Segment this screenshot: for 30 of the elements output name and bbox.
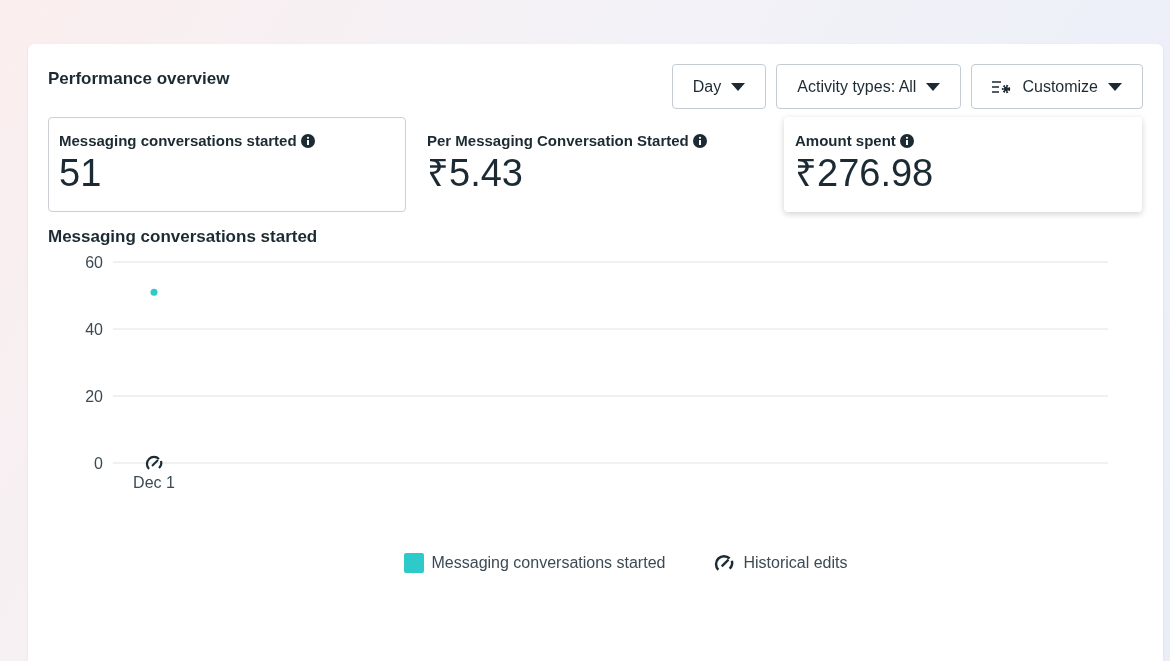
metric-label: Per Messaging Conversation Started bbox=[427, 131, 689, 151]
axis-tick-label: Dec 1 bbox=[133, 473, 175, 491]
metric-value: ₹276.98 bbox=[795, 152, 935, 195]
chart-title: Messaging conversations started bbox=[48, 226, 319, 248]
axis-tick-label: 60 bbox=[85, 253, 103, 271]
metric-card[interactable]: Messaging conversations started 51 bbox=[48, 117, 406, 212]
metric-card[interactable]: Per Messaging Conversation Started ₹5.43 bbox=[416, 117, 774, 212]
axis-tick-label: 0 bbox=[94, 454, 103, 472]
gauge-icon bbox=[713, 553, 736, 572]
metric-card[interactable]: Amount spent ₹276.98 bbox=[784, 117, 1142, 212]
metric-value: 51 bbox=[59, 152, 103, 195]
dropdown-button[interactable]: Day bbox=[671, 64, 767, 109]
caret-icon bbox=[731, 82, 746, 91]
legend-label: Historical edits bbox=[743, 552, 848, 573]
info-icon[interactable] bbox=[899, 134, 914, 149]
axis-tick-label: 20 bbox=[85, 387, 103, 405]
panel-title: Performance overview bbox=[48, 68, 230, 90]
gauge-icon[interactable] bbox=[145, 455, 163, 470]
metric-label: Messaging conversations started bbox=[59, 131, 297, 151]
dropdown-button[interactable]: Activity types: All bbox=[776, 64, 962, 109]
settings-icon bbox=[992, 79, 1013, 94]
metric-label: Amount spent bbox=[795, 131, 896, 151]
caret-icon bbox=[926, 82, 941, 91]
info-icon[interactable] bbox=[300, 134, 315, 149]
metric-value: ₹5.43 bbox=[427, 152, 524, 195]
legend-label: Messaging conversations started bbox=[431, 552, 666, 573]
axis-tick-label: 40 bbox=[85, 320, 103, 338]
customize-button[interactable]: Customize bbox=[971, 64, 1143, 109]
caret-icon bbox=[1108, 82, 1122, 91]
info-icon[interactable] bbox=[692, 134, 707, 149]
